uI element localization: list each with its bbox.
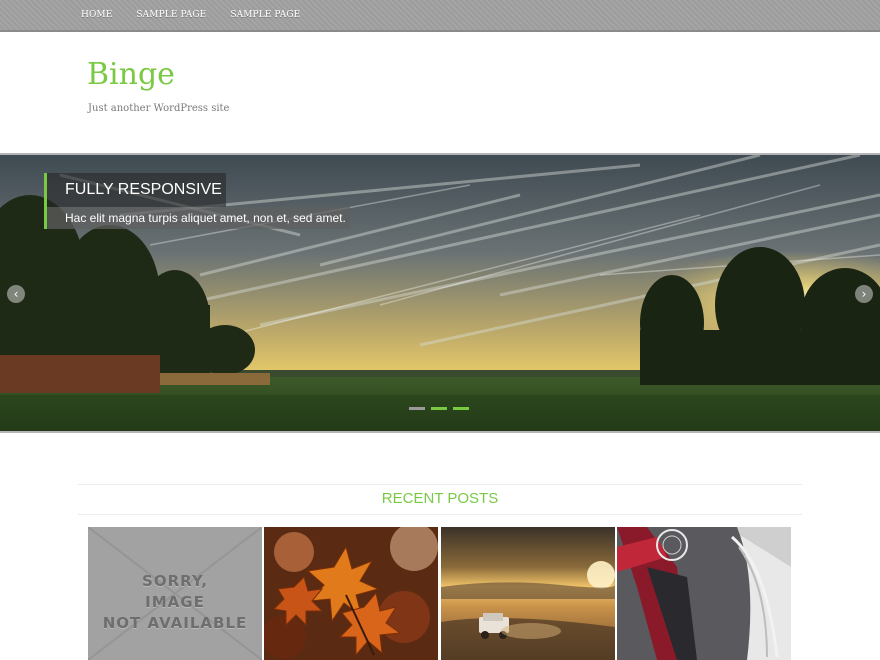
chevron-left-icon[interactable]: ‹ (7, 285, 25, 303)
section-divider-bottom (78, 514, 802, 515)
nav-item-home[interactable]: HOME (69, 0, 124, 30)
chevron-right-icon[interactable]: › (855, 285, 873, 303)
slider-dot-2[interactable] (431, 407, 447, 410)
post-thumbnail-placeholder[interactable]: SORRY, IMAGE NOT AVAILABLE (88, 527, 262, 660)
no-image-line-2: IMAGE (145, 593, 205, 611)
desert-jeep-image (441, 527, 615, 660)
post-thumbnail-desert-jeep[interactable] (441, 527, 615, 660)
top-navigation-bar: HOME SAMPLE PAGE SAMPLE PAGE (0, 0, 880, 32)
slider-dot-3[interactable] (453, 407, 469, 410)
portrait-image (617, 527, 791, 660)
hero-slider: FULLY RESPONSIVE Hac elit magna turpis a… (0, 153, 880, 433)
main-menu: HOME SAMPLE PAGE SAMPLE PAGE (69, 0, 312, 30)
slider-dot-1[interactable] (409, 407, 425, 410)
nav-item-sample-page-2[interactable]: SAMPLE PAGE (218, 0, 312, 30)
recent-posts-grid: SORRY, IMAGE NOT AVAILABLE (88, 527, 792, 660)
section-divider-top (78, 484, 802, 485)
nav-item-sample-page[interactable]: SAMPLE PAGE (124, 0, 218, 30)
site-tagline: Just another WordPress site (88, 103, 230, 114)
no-image-line-1: SORRY, (142, 572, 208, 590)
no-image-text: SORRY, IMAGE NOT AVAILABLE (88, 571, 262, 634)
site-title[interactable]: Binge (87, 56, 175, 94)
autumn-leaves-image (264, 527, 438, 660)
recent-posts-heading: RECENT POSTS (381, 490, 499, 507)
post-thumbnail-portrait[interactable] (617, 527, 791, 660)
slide-caption-title: FULLY RESPONSIVE (44, 173, 226, 207)
post-thumbnail-autumn-leaves[interactable] (264, 527, 438, 660)
slider-pagination (409, 407, 469, 410)
no-image-line-3: NOT AVAILABLE (102, 614, 248, 632)
slide-caption-text: Hac elit magna turpis aliquet amet, non … (44, 207, 350, 229)
